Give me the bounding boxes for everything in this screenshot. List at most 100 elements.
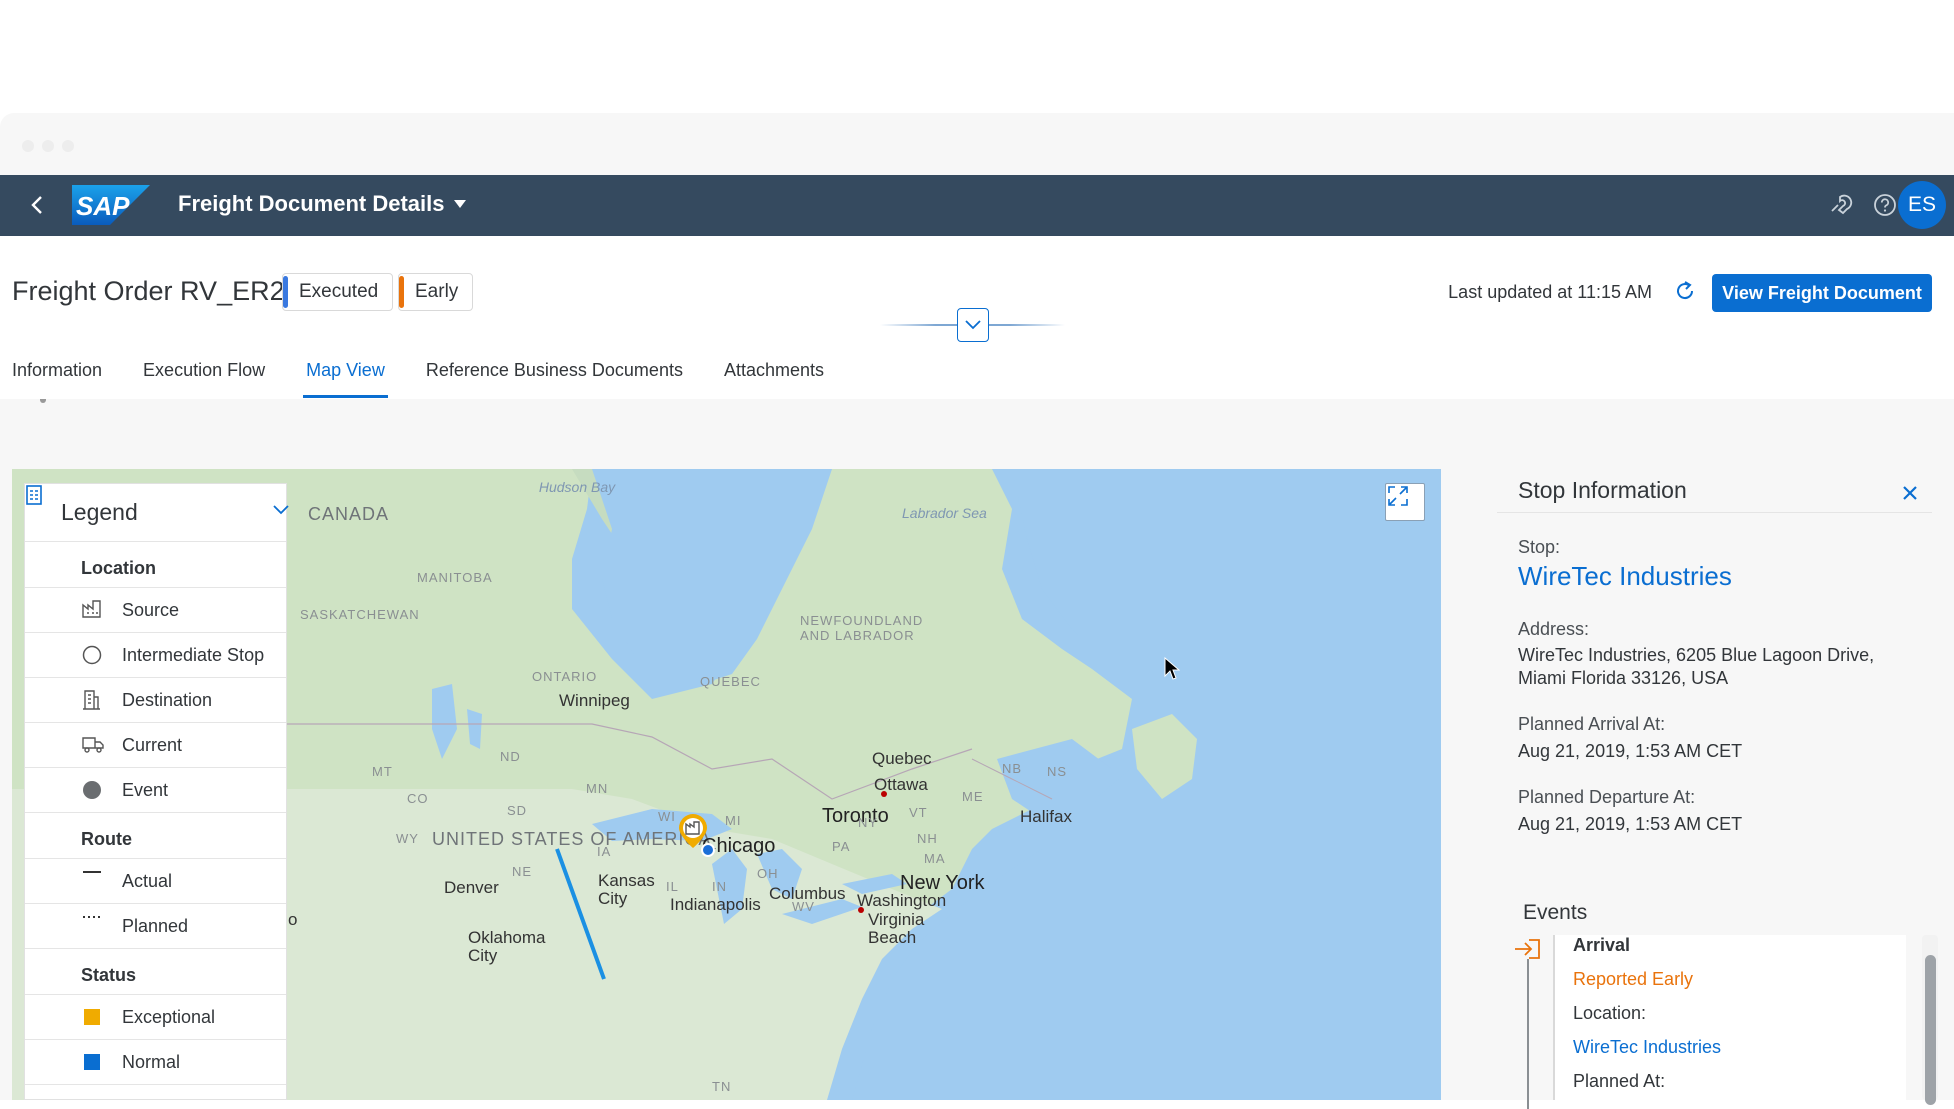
legend-item-source: Source — [25, 588, 286, 633]
scroll-hint — [40, 399, 46, 403]
legend-section-location: Location — [25, 542, 286, 588]
window-close-dot[interactable] — [22, 140, 34, 152]
view-freight-document-button[interactable]: View Freight Document — [1712, 274, 1932, 312]
legend-item-exceptional: Exceptional — [25, 995, 286, 1040]
legend-label: Planned — [122, 915, 189, 936]
legend-item-destination: Destination — [25, 678, 286, 723]
event-location-link[interactable]: WireTec Industries — [1573, 1037, 1721, 1058]
window-maximize-dot[interactable] — [62, 140, 74, 152]
map-label-nd: ND — [500, 749, 521, 764]
object-header: Freight Order RV_ER2 Executed Early Last… — [0, 236, 1954, 399]
map-label-halifax: Halifax — [1020, 807, 1072, 826]
dotted-line-icon — [81, 915, 103, 937]
stop-panel-title: Stop Information — [1518, 477, 1687, 503]
collapse-header-button[interactable] — [957, 308, 989, 342]
page-title: Freight Order RV_ER2 — [12, 276, 285, 306]
fullscreen-button[interactable] — [1385, 483, 1425, 521]
tab-attachments[interactable]: Attachments — [724, 344, 824, 396]
circle-outline-icon — [81, 644, 103, 666]
legend-header[interactable]: Legend — [25, 484, 289, 542]
washington-dot — [858, 907, 864, 913]
timeline-line — [1527, 959, 1529, 1109]
tab-execution-flow[interactable]: Execution Flow — [143, 344, 265, 396]
status-badge-executed: Executed — [282, 273, 394, 311]
map-label-in: IN — [712, 879, 727, 894]
legend-label: Current — [122, 734, 183, 755]
address-line-1: WireTec Industries, 6205 Blue Lagoon Dri… — [1518, 645, 1875, 665]
tab-information[interactable]: Information — [12, 344, 102, 396]
back-icon[interactable] — [22, 190, 52, 220]
mouse-cursor — [1164, 656, 1181, 686]
event-card[interactable]: Arrival Reported Early Location: WireTec… — [1553, 935, 1906, 1100]
map-label-virginia-beach: Virginia Beach — [868, 910, 925, 947]
map[interactable]: Hudson Bay Labrador Sea CANADA MANITOBA … — [12, 469, 1441, 1100]
solid-line-icon — [81, 870, 103, 892]
planned-arrival-value: Aug 21, 2019, 1:53 AM CET — [1518, 741, 1743, 761]
events-scrollbar[interactable] — [1922, 935, 1938, 1105]
orange-square-icon — [81, 1006, 103, 1028]
arrival-icon — [1513, 937, 1543, 961]
feedback-icon[interactable] — [1826, 191, 1854, 219]
map-label-quebec-region: QUEBEC — [700, 674, 761, 689]
chevron-down-icon — [454, 200, 467, 208]
user-avatar[interactable]: ES — [1898, 181, 1946, 229]
tab-map-view[interactable]: Map View — [303, 344, 388, 398]
fullscreen-icon — [1388, 486, 1408, 506]
map-label-manitoba: MANITOBA — [417, 570, 493, 585]
legend-item-planned: Planned — [25, 904, 286, 949]
app-title: Freight Document Details — [178, 191, 445, 216]
map-label-vt: VT — [909, 805, 928, 820]
ottawa-dot — [881, 791, 887, 797]
tab-reference-business-documents[interactable]: Reference Business Documents — [426, 344, 683, 396]
legend-label: Normal — [122, 1051, 181, 1072]
map-label-mi: MI — [725, 813, 742, 828]
status-badge-early: Early — [398, 273, 474, 311]
route-start-point[interactable] — [701, 843, 715, 857]
map-label-hudson-bay: Hudson Bay — [538, 479, 616, 495]
legend-label: Source — [122, 599, 180, 620]
event-status: Reported Early — [1573, 969, 1694, 989]
map-label-ia: IA — [597, 844, 612, 859]
stop-name-link[interactable]: WireTec Industries — [1518, 561, 1732, 592]
map-label-ma: MA — [924, 851, 946, 866]
planned-departure-label: Planned Departure At: — [1518, 787, 1696, 807]
legend-item-current: Current — [25, 723, 286, 768]
map-label-me: ME — [962, 789, 984, 804]
map-label-indianapolis: Indianapolis — [670, 895, 761, 914]
map-label-pa: PA — [832, 839, 851, 854]
top-blank-area — [0, 0, 1954, 113]
blue-square-icon — [81, 1051, 103, 1073]
map-label-mt: MT — [372, 764, 393, 779]
refresh-icon[interactable] — [1672, 278, 1698, 304]
close-icon[interactable] — [1898, 481, 1922, 505]
map-label-toronto: Toronto — [822, 805, 889, 827]
map-label-sd: SD — [507, 803, 528, 818]
legend-label: Event — [122, 779, 169, 800]
legend-label: Destination — [122, 689, 213, 710]
window-minimize-dot[interactable] — [42, 140, 54, 152]
legend-label: Actual — [122, 870, 173, 891]
map-label-saskatchewan: SASKATCHEWAN — [300, 607, 420, 622]
event-type: Arrival — [1573, 935, 1631, 955]
legend-item-intermediate-stop: Intermediate Stop — [25, 633, 286, 678]
legend-item-event: Event — [25, 768, 286, 813]
legend-title: Legend — [61, 499, 138, 525]
map-label-ny: NY — [858, 815, 879, 830]
legend-item-normal: Normal — [25, 1040, 286, 1085]
map-label-wy: WY — [396, 831, 419, 846]
sap-logo[interactable]: SAP — [72, 185, 150, 225]
map-label-wi: WI — [658, 809, 676, 824]
factory-icon — [81, 599, 103, 621]
scrollbar-thumb[interactable] — [1925, 955, 1936, 1105]
sap-logo-text: SAP — [76, 191, 130, 221]
map-label-labrador-sea: Labrador Sea — [902, 505, 987, 521]
app-title-menu[interactable]: Freight Document Details — [178, 191, 467, 217]
legend-section-route: Route — [25, 813, 286, 859]
help-icon[interactable] — [1871, 191, 1899, 219]
map-label-ne: NE — [512, 864, 533, 879]
chevron-down-icon — [965, 320, 981, 330]
events-title: Events — [1523, 901, 1588, 924]
last-updated-text: Last updated at 11:15 AM — [1448, 282, 1652, 302]
map-label-oklahoma-city: Oklahoma City — [468, 928, 546, 965]
map-label-nb: NB — [1002, 761, 1023, 776]
